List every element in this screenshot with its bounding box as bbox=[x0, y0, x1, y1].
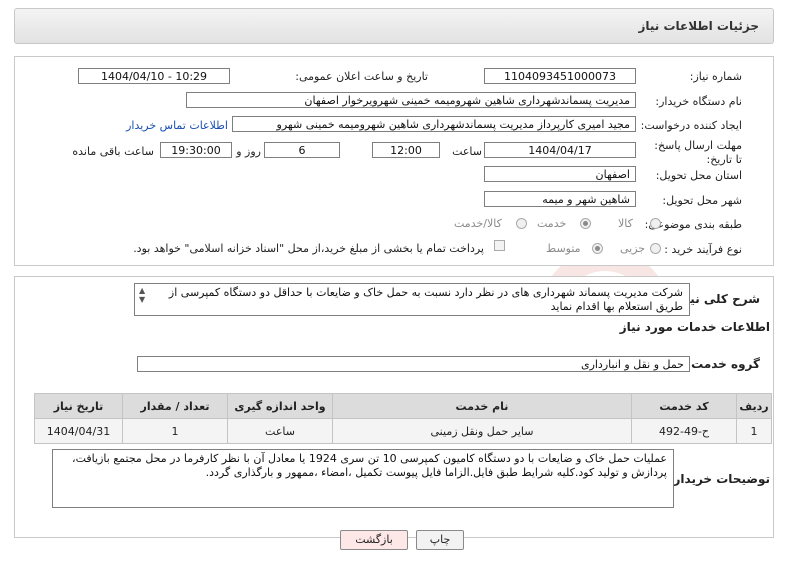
deadline-date-field: 1404/04/17 bbox=[484, 142, 636, 158]
col-unit: واحد اندازه گیری bbox=[227, 393, 333, 419]
creator-label: ایجاد کننده درخواست: bbox=[640, 119, 742, 132]
deadline-time-label: ساعت bbox=[452, 145, 482, 158]
description-textarea[interactable]: شرکت مدیریت پسماند شهرداری های در نظر دا… bbox=[134, 283, 690, 316]
cell-service-code: ح-49-492 bbox=[631, 418, 737, 444]
category-radio-goods[interactable] bbox=[650, 218, 661, 229]
description-text: شرکت مدیریت پسماند شهرداری های در نظر دا… bbox=[168, 286, 683, 313]
page-title: جزئیات اطلاعات نیاز bbox=[638, 19, 759, 33]
need-number-field: 1104093451000073 bbox=[484, 68, 636, 84]
deadline-label: مهلت ارسال پاسخ: تا تاریخ: bbox=[654, 139, 742, 166]
category-option-service: خدمت bbox=[537, 217, 567, 230]
service-group-field: حمل و نقل و انبارداری bbox=[137, 356, 690, 372]
process-radio-minor[interactable] bbox=[650, 243, 661, 254]
col-service-code: کد خدمت bbox=[631, 393, 737, 419]
days-remaining-field: 6 bbox=[264, 142, 340, 158]
back-button[interactable]: بازگشت bbox=[340, 530, 408, 550]
buyer-notes-label: توضیحات خریدار: bbox=[668, 472, 770, 486]
category-option-goods: کالا bbox=[618, 217, 633, 230]
buyer-contact-link[interactable]: اطلاعات تماس خریدار bbox=[126, 119, 228, 132]
buyer-org-field: مدیریت پسماندشهرداری شاهین شهرومیمه خمین… bbox=[186, 92, 636, 108]
need-number-label: شماره نیاز: bbox=[689, 70, 742, 83]
col-row: ردیف bbox=[736, 393, 772, 419]
process-type-label: نوع فرآیند خرید : bbox=[664, 243, 742, 256]
announce-datetime-field: 1404/04/10 - 10:29 bbox=[78, 68, 230, 84]
scroll-arrows-icon[interactable]: ▲ ▼ bbox=[139, 286, 145, 304]
city-field: شاهین شهر و میمه bbox=[484, 191, 636, 207]
process-radio-medium[interactable] bbox=[592, 243, 603, 254]
process-option-minor: جزیی bbox=[620, 242, 646, 255]
creator-field: مجید امیری کارپرداز مدیریت پسماندشهرداری… bbox=[232, 116, 636, 132]
cell-quantity: 1 bbox=[122, 418, 228, 444]
treasury-payment-note: پرداخت تمام یا بخشی از مبلغ خرید،از محل … bbox=[133, 242, 484, 255]
remaining-time-field: 19:30:00 bbox=[160, 142, 232, 158]
announce-label: تاریخ و ساعت اعلان عمومی: bbox=[295, 70, 428, 83]
services-table: ردیف کد خدمت نام خدمت واحد اندازه گیری ت… bbox=[34, 393, 772, 444]
buyer-org-label: نام دستگاه خریدار: bbox=[655, 95, 742, 108]
province-field: اصفهان bbox=[484, 166, 636, 182]
category-option-goods-service: کالا/خدمت bbox=[454, 217, 502, 230]
process-option-medium: متوسط bbox=[546, 242, 581, 255]
category-radio-goods-service[interactable] bbox=[516, 218, 527, 229]
table-row: 1 ح-49-492 سایر حمل ونقل زمینی ساعت 1 14… bbox=[34, 418, 772, 444]
buyer-notes-text: عملیات حمل خاک و ضایعات با دو دستگاه کام… bbox=[72, 452, 667, 479]
remaining-time-label: ساعت باقی مانده bbox=[72, 145, 154, 158]
city-label: شهر محل تحویل: bbox=[662, 194, 742, 207]
days-label: روز و bbox=[236, 145, 261, 158]
cell-row: 1 bbox=[736, 418, 772, 444]
category-radio-service[interactable] bbox=[580, 218, 591, 229]
province-label: استان محل تحویل: bbox=[655, 169, 742, 182]
cell-unit: ساعت bbox=[227, 418, 333, 444]
col-service-name: نام خدمت bbox=[332, 393, 632, 419]
col-quantity: تعداد / مقدار bbox=[122, 393, 228, 419]
deadline-time-field: 12:00 bbox=[372, 142, 440, 158]
buyer-notes-textarea[interactable]: عملیات حمل خاک و ضایعات با دو دستگاه کام… bbox=[52, 449, 674, 508]
print-button[interactable]: چاپ bbox=[416, 530, 464, 550]
col-need-date: تاریخ نیاز bbox=[34, 393, 123, 419]
service-group-label: گروه خدمت: bbox=[686, 357, 760, 371]
cell-need-date: 1404/04/31 bbox=[34, 418, 123, 444]
services-section-title: اطلاعات خدمات مورد نیاز bbox=[619, 320, 770, 334]
cell-service-name: سایر حمل ونقل زمینی bbox=[332, 418, 632, 444]
treasury-payment-checkbox[interactable] bbox=[494, 240, 505, 251]
services-table-header: ردیف کد خدمت نام خدمت واحد اندازه گیری ت… bbox=[34, 393, 772, 419]
page-header: جزئیات اطلاعات نیاز bbox=[14, 8, 774, 44]
